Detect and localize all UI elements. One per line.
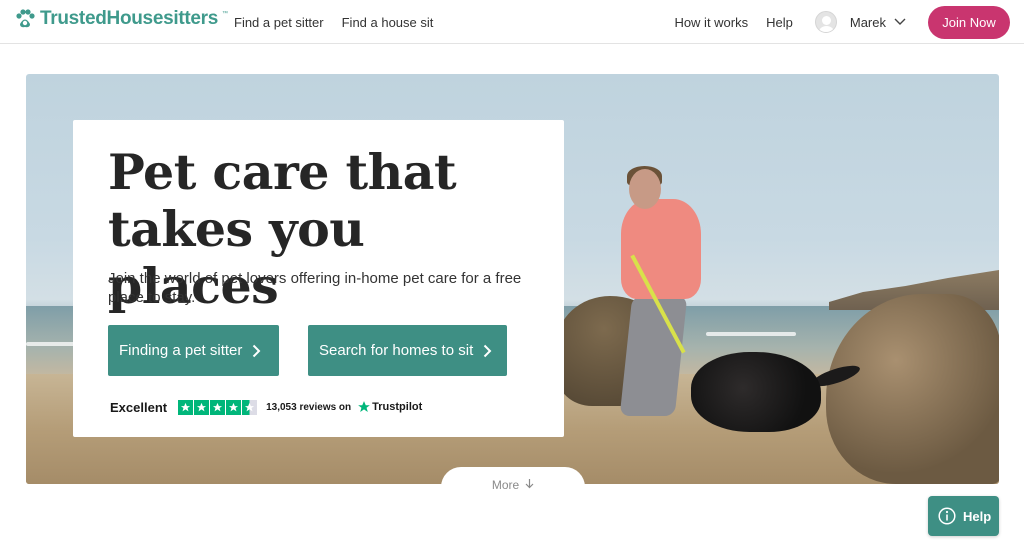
- hero-photo-person: [629, 169, 661, 209]
- logo-text: TrustedHousesitters: [40, 8, 219, 29]
- star-icon: [210, 399, 226, 415]
- button-label: Search for homes to sit: [319, 342, 474, 359]
- button-label: Finding a pet sitter: [119, 342, 243, 359]
- nav-find-pet-sitter[interactable]: Find a pet sitter: [234, 15, 324, 30]
- trustpilot-widget[interactable]: Excellent 13,053 reviews on Trustpilot: [108, 399, 422, 415]
- help-button[interactable]: Help: [928, 496, 999, 536]
- star-icon: [226, 399, 242, 415]
- help-label: Help: [963, 508, 992, 524]
- star-icon: [194, 399, 210, 415]
- trustpilot-brand: Trustpilot: [372, 401, 423, 413]
- site-header: TrustedHousesitters ™ Find a pet sitter …: [0, 0, 1024, 44]
- info-icon: [938, 507, 956, 525]
- hero-banner: Pet care that takes you places Join the …: [26, 74, 999, 484]
- secondary-nav: How it works Help Marek Join Now: [674, 0, 1024, 44]
- hero-photo-wave: [706, 332, 796, 336]
- nav-find-house-sit[interactable]: Find a house sit: [342, 15, 434, 30]
- star-rating: [178, 399, 258, 415]
- trust-rating: Excellent: [110, 399, 168, 415]
- hero-card: Pet care that takes you places Join the …: [73, 120, 564, 437]
- logo[interactable]: TrustedHousesitters ™: [14, 8, 228, 30]
- paw-icon: [16, 9, 35, 28]
- review-count: 13,053 reviews on: [266, 401, 352, 413]
- more-label: More: [491, 478, 520, 492]
- hero-title-line: Pet care that: [108, 143, 457, 201]
- hero-subtitle: Join the world of pet lovers offering in…: [108, 270, 522, 306]
- more-button[interactable]: More: [441, 467, 585, 507]
- join-now-button[interactable]: Join Now: [928, 5, 1010, 39]
- nav-how-it-works[interactable]: How it works: [674, 15, 748, 30]
- arrow-down-icon: [525, 479, 534, 489]
- trustpilot-star-icon: [358, 401, 370, 412]
- trademark: ™: [222, 11, 229, 17]
- half-star-icon: [242, 399, 258, 415]
- nav-help[interactable]: Help: [766, 15, 793, 30]
- search-homes-button[interactable]: Search for homes to sit: [308, 325, 507, 376]
- hero-photo-person: [621, 199, 701, 299]
- primary-nav: Find a pet sitter Find a house sit: [234, 0, 433, 44]
- star-icon: [178, 399, 194, 415]
- trustpilot-logo: Trustpilot: [357, 400, 422, 414]
- find-pet-sitter-button[interactable]: Finding a pet sitter: [108, 325, 279, 376]
- chevron-right-icon: [253, 344, 261, 357]
- avatar[interactable]: [814, 11, 837, 33]
- user-name[interactable]: Marek: [850, 15, 886, 30]
- chevron-down-icon[interactable]: [894, 18, 906, 26]
- chevron-right-icon: [484, 344, 492, 357]
- hero-photo-dog: [691, 352, 821, 432]
